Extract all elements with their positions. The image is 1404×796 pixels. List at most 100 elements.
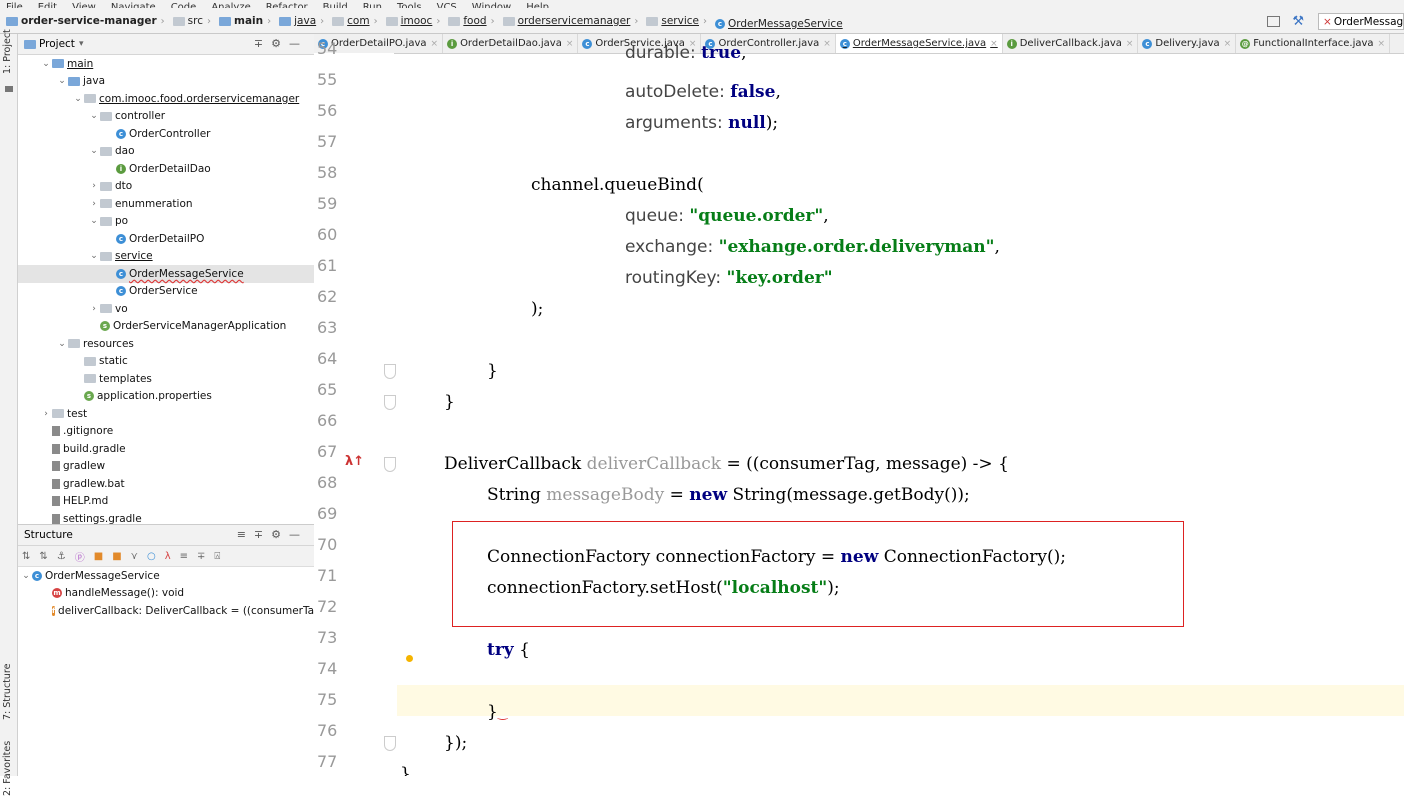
tree-item[interactable]: build.gradle: [18, 440, 314, 458]
build-hammer-icon[interactable]: ⚒: [1292, 14, 1304, 29]
breadcrumb-item[interactable]: food ›: [448, 8, 496, 33]
structure-panel-controls[interactable]: ≡∓⚙—: [237, 528, 308, 541]
code-editor[interactable]: durable: true, autoDelete: false, argume…: [314, 43, 1404, 776]
close-icon[interactable]: ×: [1378, 39, 1386, 49]
tree-item[interactable]: ⌄ controller: [18, 108, 314, 126]
chevron-down-icon[interactable]: ⌄: [88, 111, 100, 121]
close-icon[interactable]: ×: [1224, 39, 1232, 49]
close-icon[interactable]: ×: [1126, 39, 1134, 49]
tool-tab-favorites[interactable]: 2: Favorites: [2, 741, 13, 796]
tree-item[interactable]: gradlew.bat: [18, 475, 314, 493]
code-line-62: );: [531, 299, 544, 319]
fold-marker-67[interactable]: [384, 457, 396, 472]
chevron-down-icon[interactable]: ⌄: [88, 216, 100, 226]
structure-item[interactable]: ⌄ c OrderMessageService: [18, 567, 314, 585]
tree-item[interactable]: › test: [18, 405, 314, 423]
project-panel-title[interactable]: Project: [39, 38, 75, 50]
tree-item[interactable]: ⌄ po: [18, 213, 314, 231]
close-icon[interactable]: ×: [566, 39, 574, 49]
breadcrumb-item[interactable]: c OrderMessageService: [715, 11, 843, 34]
breadcrumb-separator-icon: ›: [160, 15, 165, 27]
tree-item[interactable]: c OrderService: [18, 283, 314, 301]
tree-item[interactable]: .gitignore: [18, 423, 314, 441]
tree-item[interactable]: s application.properties: [18, 388, 314, 406]
close-icon[interactable]: ×: [990, 39, 998, 49]
project-panel-controls[interactable]: ∓⚙—: [254, 37, 308, 50]
show-properties-icon[interactable]: ⓟ: [75, 549, 85, 564]
fold-marker-65[interactable]: [384, 395, 396, 410]
breadcrumb-item[interactable]: main ›: [219, 8, 273, 33]
lightbulb-icon[interactable]: [406, 655, 413, 662]
tree-item[interactable]: ⌄ dao: [18, 143, 314, 161]
tree-item[interactable]: ⌄ com.imooc.food.orderservicemanager: [18, 90, 314, 108]
breadcrumb-item[interactable]: com ›: [332, 8, 379, 33]
tree-item[interactable]: HELP.md: [18, 493, 314, 511]
close-icon[interactable]: ×: [823, 39, 831, 49]
tree-item[interactable]: i OrderDetailDao: [18, 160, 314, 178]
tree-item[interactable]: ⌄ service: [18, 248, 314, 266]
chevron-down-icon[interactable]: ▾: [79, 39, 84, 49]
chevron-down-icon[interactable]: ⌄: [88, 146, 100, 156]
editor-tab[interactable]: c Delivery.java ×: [1138, 34, 1237, 53]
tree-item[interactable]: gradlew: [18, 458, 314, 476]
tree-item[interactable]: c OrderController: [18, 125, 314, 143]
tree-item[interactable]: › vo: [18, 300, 314, 318]
show-non-public-icon[interactable]: ■: [112, 551, 121, 562]
tree-item[interactable]: c OrderMessageService: [18, 265, 314, 283]
structure-item[interactable]: m handleMessage(): void: [18, 585, 314, 603]
editor-tab[interactable]: c OrderMessageService.java ×: [835, 34, 1003, 53]
show-inherited-icon[interactable]: ⚓: [57, 551, 66, 562]
chevron-right-icon[interactable]: ›: [88, 181, 100, 191]
tree-item[interactable]: › dto: [18, 178, 314, 196]
run-configuration-select[interactable]: × OrderMessag: [1318, 12, 1404, 30]
method-icon: m: [52, 588, 62, 599]
collapse-all-icon[interactable]: ∓: [197, 551, 205, 562]
structure-panel-header: Structure ≡∓⚙—: [18, 525, 314, 546]
lambda-icon[interactable]: λ: [165, 551, 171, 562]
fold-marker-64[interactable]: [384, 364, 396, 379]
chevron-down-icon[interactable]: ⌄: [72, 94, 84, 104]
sort-visibility-icon[interactable]: ⇅: [39, 551, 47, 562]
tree-item[interactable]: c OrderDetailPO: [18, 230, 314, 248]
layout-toggle-icon[interactable]: [1267, 15, 1281, 27]
tree-item[interactable]: ⌄ java: [18, 73, 314, 91]
chevron-right-icon[interactable]: ›: [88, 304, 100, 314]
expand-all-icon[interactable]: ≡: [180, 551, 188, 562]
breadcrumb-item[interactable]: src ›: [172, 8, 213, 33]
tree-item[interactable]: s OrderServiceManagerApplication: [18, 318, 314, 336]
editor-tab[interactable]: @ FunctionalInterface.java ×: [1236, 34, 1391, 53]
tree-item[interactable]: ⌄ main: [18, 55, 314, 73]
tree-item[interactable]: ⌄ resources: [18, 335, 314, 353]
chevron-down-icon[interactable]: ⌄: [56, 339, 68, 349]
breadcrumb-item[interactable]: imooc ›: [385, 8, 443, 33]
pin-icon[interactable]: ⍓: [214, 551, 220, 562]
breadcrumb-item[interactable]: service ›: [646, 8, 709, 33]
tree-item[interactable]: static: [18, 353, 314, 371]
tree-item[interactable]: templates: [18, 370, 314, 388]
breadcrumb-item[interactable]: order-service-manager ›: [6, 8, 167, 33]
breadcrumb-item[interactable]: orderservicemanager ›: [502, 8, 641, 33]
tree-item[interactable]: settings.gradle: [18, 510, 314, 524]
chevron-down-icon[interactable]: ⌄: [56, 76, 68, 86]
editor-tab[interactable]: i DeliverCallback.java ×: [1003, 34, 1139, 53]
chevron-down-icon[interactable]: ⌄: [88, 251, 100, 261]
tool-tab-project[interactable]: 1: Project: [2, 29, 13, 74]
class-icon: c: [116, 233, 126, 244]
chevron-right-icon[interactable]: ›: [88, 199, 100, 209]
close-icon[interactable]: ×: [431, 39, 439, 49]
lambda-implementation-icon[interactable]: λ↑: [345, 454, 364, 469]
filter-icon[interactable]: ⋎: [131, 551, 138, 562]
sort-alpha-icon[interactable]: ⇅: [22, 551, 30, 562]
show-fields-icon[interactable]: ■: [94, 551, 103, 562]
chevron-down-icon[interactable]: ⌄: [40, 59, 52, 69]
chevron-down-icon[interactable]: ⌄: [20, 571, 32, 581]
fold-marker-76[interactable]: [384, 736, 396, 751]
editor-tab[interactable]: i OrderDetailDao.java ×: [443, 34, 579, 53]
breadcrumb-item[interactable]: java ›: [279, 8, 326, 33]
autoscroll-icon[interactable]: ○: [147, 551, 156, 562]
tree-item[interactable]: › enummeration: [18, 195, 314, 213]
tool-tab-structure[interactable]: 7: Structure: [2, 664, 13, 720]
chevron-right-icon[interactable]: ›: [40, 409, 52, 419]
structure-item[interactable]: f deliverCallback: DeliverCallback = ((co…: [18, 602, 314, 620]
tree-item-label: settings.gradle: [63, 512, 142, 524]
